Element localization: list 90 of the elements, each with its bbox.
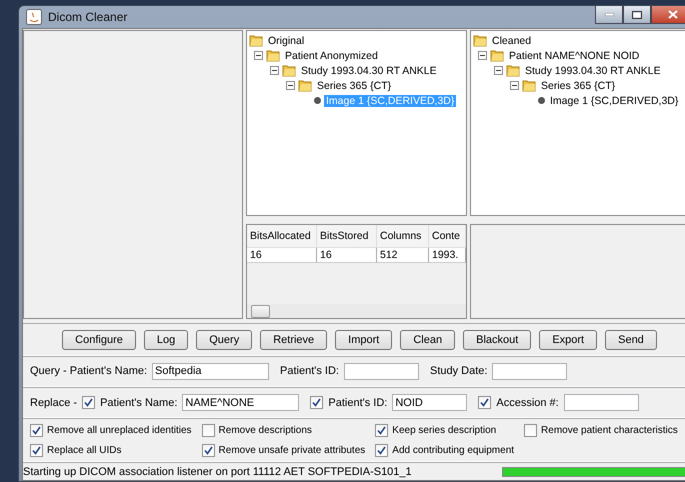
toolbar-button[interactable]: Log: [144, 330, 188, 350]
checkbox[interactable]: [375, 444, 388, 458]
checkmark-icon: [204, 446, 213, 456]
maximize-icon: [632, 10, 642, 18]
folder-icon: [473, 34, 487, 47]
column-header[interactable]: Columns: [377, 225, 429, 248]
checkbox[interactable]: [310, 396, 324, 410]
checkmark-icon: [84, 398, 94, 408]
column-header[interactable]: Conte: [429, 225, 466, 248]
tree-root[interactable]: Original: [266, 34, 306, 46]
tree-item[interactable]: Series 365 {CT}: [539, 80, 618, 92]
folder-icon: [522, 79, 536, 92]
tree-item[interactable]: Study 1993.04.30 RT ANKLE: [523, 64, 663, 76]
tree-item[interactable]: Image 1 {SC,DERIVED,3D}: [548, 94, 680, 106]
checkmark-icon: [312, 398, 322, 408]
checkbox[interactable]: [524, 424, 538, 438]
bullet-icon: [538, 97, 545, 104]
folder-icon: [282, 64, 296, 77]
toolbar-button[interactable]: Query: [196, 330, 252, 350]
window-title: Dicom Cleaner: [48, 10, 128, 24]
field-label: Query - Patient's Name:: [30, 365, 148, 378]
column-header[interactable]: BitsAllocated: [247, 225, 317, 248]
input-field[interactable]: [564, 394, 639, 412]
checkbox[interactable]: [82, 396, 96, 410]
column-header[interactable]: BitsStored: [317, 225, 377, 248]
folder-icon: [506, 64, 520, 77]
toolbar-button[interactable]: Send: [605, 330, 657, 350]
table-cell: 1993.: [429, 248, 466, 263]
option-label: Add contributing equipment: [392, 445, 514, 456]
maximize-button[interactable]: [623, 6, 651, 24]
folder-icon: [490, 49, 504, 62]
checkbox[interactable]: [30, 444, 43, 458]
checkbox[interactable]: [478, 396, 492, 410]
checkbox[interactable]: [375, 424, 388, 438]
option-label: Remove patient characteristics: [541, 425, 678, 436]
toolbar-button[interactable]: Configure: [62, 330, 136, 350]
folder-icon: [298, 79, 312, 92]
horizontal-scrollbar[interactable]: [247, 304, 466, 318]
checkbox[interactable]: [202, 424, 215, 438]
close-icon: [668, 10, 678, 19]
option-label: Replace all UIDs: [47, 445, 122, 456]
tree-item[interactable]: Patient NAME^NONE NOID: [507, 50, 642, 62]
bullet-icon: [314, 97, 321, 104]
toolbar-button[interactable]: Export: [539, 330, 598, 350]
collapse-toggle[interactable]: [270, 66, 279, 75]
folder-icon: [249, 34, 263, 47]
checkmark-icon: [377, 446, 386, 456]
field-label: Study Date:: [430, 365, 488, 378]
field-label: Patient's ID:: [280, 365, 339, 378]
close-button[interactable]: [651, 6, 685, 24]
toolbar-button[interactable]: Retrieve: [260, 330, 328, 350]
tree-item[interactable]: Patient Anonymized: [283, 50, 380, 62]
checkmark-icon: [480, 398, 490, 408]
checkmark-icon: [377, 426, 386, 436]
status-text: Starting up DICOM association listener on port 11112 AET SOFTPEDIA-S101_1: [23, 466, 412, 478]
table-cell: 16: [317, 248, 377, 263]
checkbox[interactable]: [30, 424, 43, 438]
collapse-toggle[interactable]: [286, 81, 295, 90]
input-field[interactable]: [492, 362, 568, 380]
input-field[interactable]: [344, 362, 419, 380]
field-label: Patient's Name:: [100, 396, 178, 409]
option-label: Keep series description: [392, 425, 496, 436]
app-icon: [26, 9, 42, 25]
collapse-toggle[interactable]: [478, 51, 487, 60]
tree-item[interactable]: Series 365 {CT}: [315, 80, 394, 92]
table-cell: 16: [247, 248, 317, 263]
field-label: Accession #:: [496, 396, 559, 409]
tree-item[interactable]: Study 1993.04.30 RT ANKLE: [299, 64, 439, 76]
field-label: Patient's ID:: [328, 396, 388, 409]
checkmark-icon: [32, 446, 41, 456]
folder-icon: [266, 49, 280, 62]
checkmark-icon: [32, 426, 41, 436]
option-label: Remove descriptions: [218, 425, 312, 436]
toolbar-button[interactable]: Import: [335, 330, 392, 350]
checkbox[interactable]: [202, 444, 215, 458]
option-label: Remove unsafe private attributes: [218, 445, 366, 456]
input-field[interactable]: NOID: [392, 394, 468, 412]
tree-root[interactable]: Cleaned: [490, 34, 534, 46]
field-label: Replace -: [30, 396, 78, 409]
input-field[interactable]: Softpedia: [152, 362, 270, 380]
collapse-toggle[interactable]: [254, 51, 263, 60]
minimize-button[interactable]: [595, 6, 623, 24]
toolbar-button[interactable]: Blackout: [463, 330, 532, 350]
collapse-toggle[interactable]: [494, 66, 503, 75]
collapse-toggle[interactable]: [510, 81, 519, 90]
option-label: Remove all unreplaced identities: [47, 425, 192, 436]
toolbar-button[interactable]: Clean: [400, 330, 456, 350]
table-cell: 512: [377, 248, 429, 263]
input-field[interactable]: NAME^NONE: [182, 394, 300, 412]
minimize-icon: [604, 13, 614, 16]
